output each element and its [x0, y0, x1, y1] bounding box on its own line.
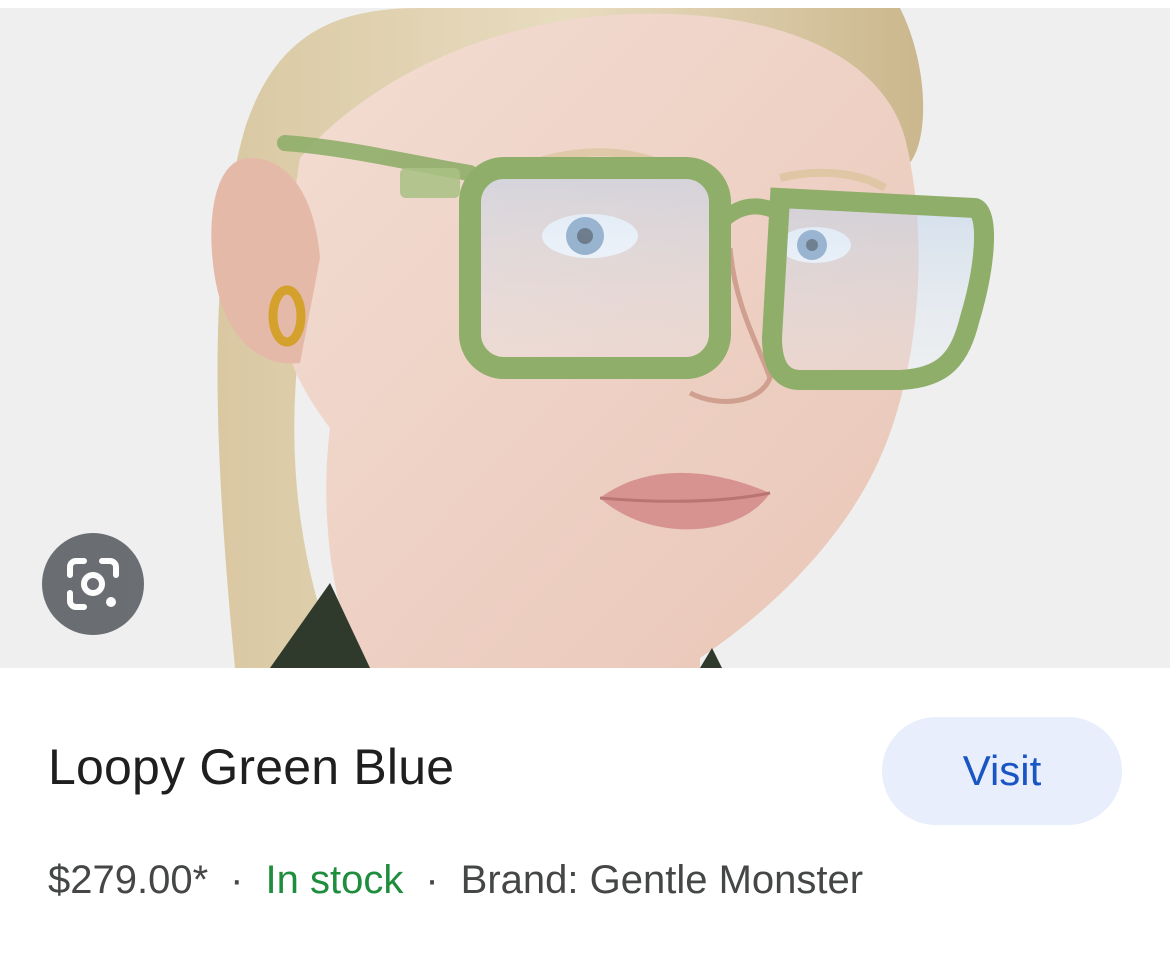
- visit-button[interactable]: Visit: [882, 717, 1122, 825]
- separator-dot: ·: [230, 858, 244, 902]
- product-title[interactable]: Loopy Green Blue: [48, 738, 454, 796]
- google-lens-button[interactable]: [42, 533, 144, 635]
- price: $279.00*: [48, 858, 209, 902]
- brand: Brand: Gentle Monster: [460, 858, 864, 902]
- google-lens-icon: [67, 558, 119, 610]
- separator-dot: ·: [425, 858, 439, 902]
- product-image[interactable]: [0, 8, 1170, 668]
- stock-status: In stock: [265, 858, 404, 902]
- product-photo: [211, 8, 995, 668]
- product-meta: $279.00* · In stock · Brand: Gentle Mons…: [48, 858, 863, 903]
